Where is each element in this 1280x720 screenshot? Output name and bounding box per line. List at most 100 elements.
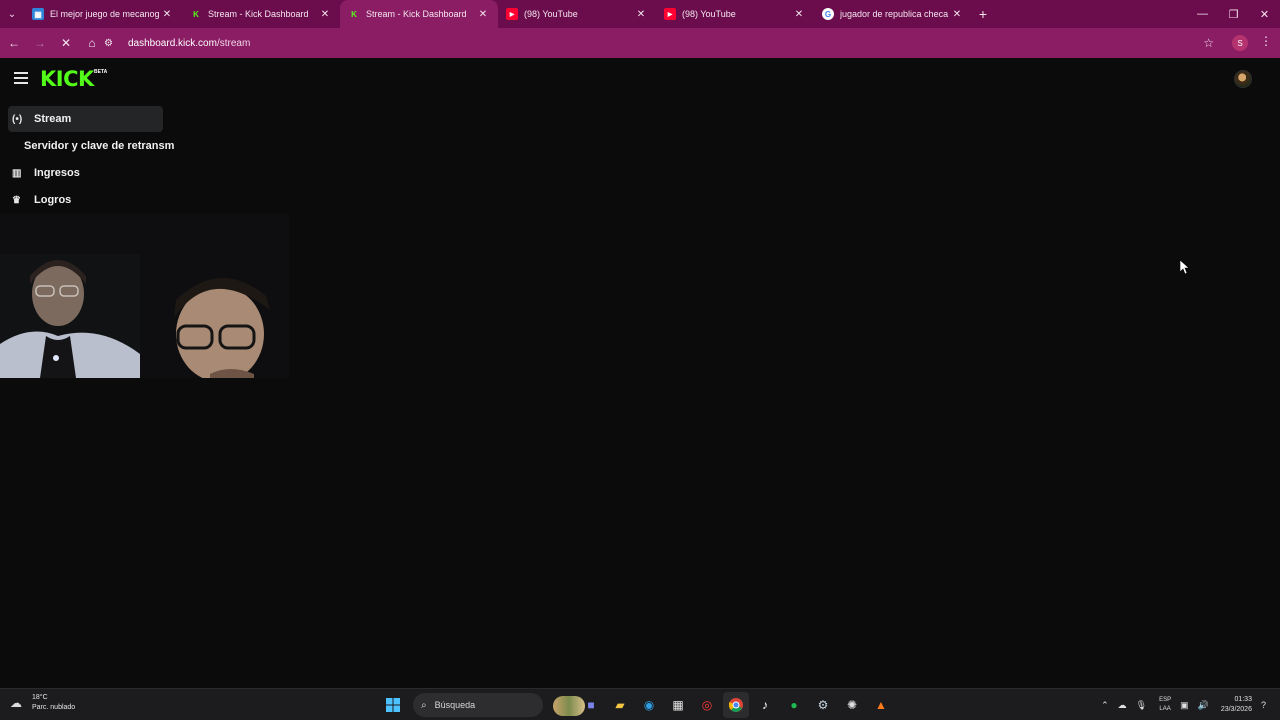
search-placeholder: Búsqueda	[434, 700, 476, 710]
tab-3-active[interactable]: K Stream - Kick Dashboard ✕	[340, 0, 498, 28]
windows-start-icon[interactable]	[380, 692, 406, 718]
tab-strip: ⌄ ▦ El mejor juego de mecanografía ✕ K S…	[0, 0, 1280, 28]
sidebar-item-label: Servidor y clave de retransm	[24, 140, 175, 152]
opera-icon[interactable]: ◎	[694, 692, 720, 718]
tab-search-button[interactable]: ⌄	[0, 0, 24, 28]
dashboard-sidebar: (•) Stream Servidor y clave de retransm …	[8, 106, 188, 214]
url-path: /stream	[216, 37, 251, 49]
kick-dashboard-page: KICK BETA (•) Stream Servidor y clave de…	[0, 58, 1280, 688]
sidebar-item-label: Logros	[34, 194, 72, 206]
url-text[interactable]: dashboard.kick.com/stream	[128, 38, 250, 49]
bar-chart-icon: ▥	[12, 167, 22, 179]
bookmark-star-icon[interactable]: ☆	[1203, 36, 1214, 50]
microphone-icon[interactable]: 🎙	[1136, 700, 1147, 711]
youtube-favicon-icon: ▶	[664, 8, 676, 20]
new-tab-button[interactable]: +	[972, 0, 994, 28]
weather-temp: 18°C	[32, 694, 48, 701]
window-controls: — ❐ ✕	[1187, 0, 1280, 28]
trophy-icon: ♛	[12, 194, 21, 206]
tab-6[interactable]: G jugador de republica checa - B ✕	[814, 0, 972, 28]
chevron-up-icon[interactable]: ⌃	[1101, 700, 1109, 711]
help-icon[interactable]: ?	[1261, 700, 1266, 710]
taskbar-search-input[interactable]: ⌕ Búsqueda	[413, 693, 585, 717]
browser-profile-avatar[interactable]: S	[1232, 35, 1248, 51]
sidebar-item-ingresos[interactable]: ▥ Ingresos	[8, 160, 188, 186]
tiktok-icon[interactable]: ♪	[752, 692, 778, 718]
browser-menu-icon[interactable]: ⋮	[1260, 34, 1272, 48]
steam-icon[interactable]: ⚙	[810, 692, 836, 718]
youtube-favicon-icon: ▶	[506, 8, 518, 20]
tab-4[interactable]: ▶ (98) YouTube ✕	[498, 0, 656, 28]
tab-title: (98) YouTube	[682, 9, 736, 19]
google-favicon-icon: G	[822, 8, 834, 20]
restore-icon[interactable]: ❐	[1218, 0, 1249, 28]
search-icon: ⌕	[421, 699, 427, 711]
sidebar-item-label: Stream	[34, 113, 72, 125]
store-icon[interactable]: ▦	[665, 692, 691, 718]
user-avatar[interactable]	[1234, 70, 1252, 88]
close-tab-icon[interactable]: ✕	[160, 9, 174, 20]
kick-favicon-icon: K	[193, 9, 199, 19]
address-bar[interactable]: ⚙ dashboard.kick.com/stream ☆	[104, 31, 1224, 55]
chatgpt-icon[interactable]: ✺	[839, 692, 865, 718]
vlc-icon[interactable]: ▲	[868, 692, 894, 718]
webcam-overlay	[0, 214, 289, 378]
stop-loading-icon[interactable]: ✕	[54, 31, 78, 55]
tab-title: (98) YouTube	[524, 9, 578, 19]
hamburger-menu-icon[interactable]	[14, 72, 28, 84]
tab-5[interactable]: ▶ (98) YouTube ✕	[656, 0, 814, 28]
spotify-icon[interactable]: ●	[781, 692, 807, 718]
tab-2[interactable]: K Stream - Kick Dashboard ✕	[182, 0, 340, 28]
webcam-person-right	[150, 274, 289, 378]
system-tray: ⌃ ☁ 🎙 ESP LAA ▣ 🔊 01:33 23/3/2026 ?	[1092, 692, 1266, 718]
back-icon[interactable]: ←	[2, 31, 26, 55]
clock-time: 01:33	[1234, 696, 1252, 703]
weather-desc: Parc. nublado	[32, 704, 76, 711]
close-window-icon[interactable]: ✕	[1249, 0, 1280, 28]
tab-title: Stream - Kick Dashboard	[208, 9, 309, 19]
lang-top: ESP	[1159, 697, 1172, 703]
weather-text: 18°C Parc. nublado	[32, 693, 75, 713]
language-indicator[interactable]: ESP LAA	[1159, 696, 1171, 714]
kick-favicon-icon: K	[351, 9, 357, 19]
sidebar-item-stream[interactable]: (•) Stream	[8, 106, 163, 132]
tab-1[interactable]: ▦ El mejor juego de mecanografía ✕	[24, 0, 182, 28]
browser-chrome: ⌄ ▦ El mejor juego de mecanografía ✕ K S…	[0, 0, 1280, 58]
sidebar-item-label: Ingresos	[34, 167, 80, 179]
file-explorer-icon[interactable]: ▰	[607, 692, 633, 718]
sidebar-item-logros[interactable]: ♛ Logros	[8, 187, 188, 213]
broadcast-icon: (•)	[12, 113, 23, 125]
lang-bottom: LAA	[1159, 706, 1171, 712]
minimize-icon[interactable]: —	[1187, 0, 1218, 28]
volume-icon[interactable]: 🔊	[1198, 700, 1209, 711]
keyboard-favicon-icon: ▦	[32, 8, 44, 20]
home-icon[interactable]: ⌂	[80, 31, 104, 55]
tab-title: Stream - Kick Dashboard	[366, 9, 467, 19]
forward-icon[interactable]: →	[28, 31, 52, 55]
close-tab-icon[interactable]: ✕	[792, 9, 806, 20]
clock-date: 23/3/2026	[1220, 706, 1252, 713]
close-tab-icon[interactable]: ✕	[476, 9, 490, 20]
clock[interactable]: 01:33 23/3/2026	[1221, 695, 1252, 715]
partly-cloudy-icon: ☁	[10, 696, 22, 710]
browser-toolbar: ← → ✕ ⌂ ⚙ dashboard.kick.com/stream ☆ S …	[0, 28, 1280, 58]
search-highlight-image	[553, 696, 585, 716]
chrome-icon[interactable]	[723, 692, 749, 718]
beta-badge: BETA	[94, 69, 108, 75]
kick-logo[interactable]: KICK	[40, 67, 94, 91]
weather-widget[interactable]: ☁ 18°C Parc. nublado	[10, 693, 75, 713]
onedrive-icon[interactable]: ☁	[1118, 700, 1127, 711]
sidebar-item-stream-key[interactable]: Servidor y clave de retransm	[8, 133, 188, 159]
webcam-person-left	[0, 254, 140, 378]
tab-title: El mejor juego de mecanografía	[50, 9, 160, 19]
url-host: dashboard.kick.com	[128, 37, 217, 49]
windows-taskbar: ☁ 18°C Parc. nublado ⌕ Búsqueda ▭ ■ ▰ ◉ …	[0, 688, 1280, 720]
edge-icon[interactable]: ◉	[636, 692, 662, 718]
network-icon[interactable]: ▣	[1180, 700, 1189, 711]
site-info-icon[interactable]: ⚙	[104, 38, 122, 49]
close-tab-icon[interactable]: ✕	[950, 9, 964, 20]
close-tab-icon[interactable]: ✕	[634, 9, 648, 20]
tab-title: jugador de republica checa - B	[840, 9, 950, 19]
close-tab-icon[interactable]: ✕	[318, 9, 332, 20]
taskbar-apps: ⌕ Búsqueda ▭ ■ ▰ ◉ ▦ ◎ ♪ ● ⚙ ✺ ▲	[380, 692, 897, 718]
